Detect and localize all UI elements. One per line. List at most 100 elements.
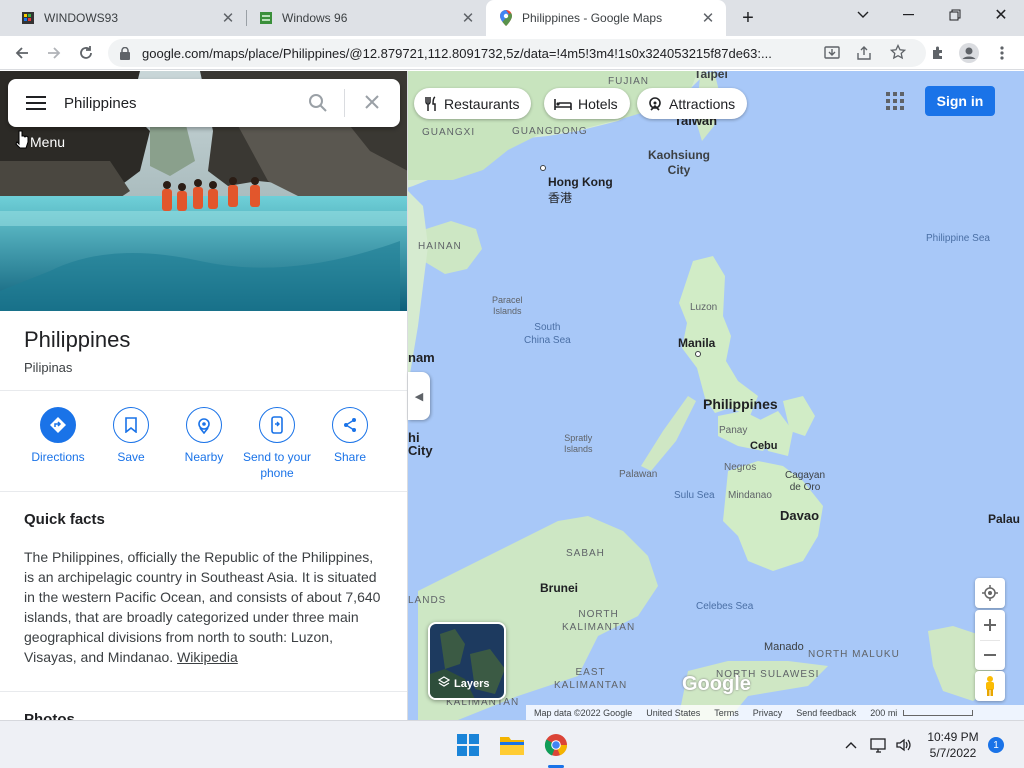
close-icon[interactable]: ✕: [456, 6, 480, 30]
attraction-icon: [647, 96, 663, 112]
volume-icon[interactable]: [890, 731, 918, 759]
map-label-nam: nam: [408, 350, 435, 365]
map-label-lands: LANDS: [408, 595, 447, 606]
extensions-icon[interactable]: [924, 39, 952, 67]
map-label-manila: Manila: [678, 336, 716, 350]
nearby-label: Nearby: [184, 450, 224, 464]
zoom-out-icon[interactable]: [984, 641, 996, 671]
show-hidden-icons-icon[interactable]: [837, 731, 865, 759]
clear-search-icon[interactable]: [364, 94, 380, 115]
tab-title: WINDOWS93: [44, 11, 119, 25]
wikipedia-link[interactable]: Wikipedia: [177, 649, 238, 665]
fork-knife-icon: [424, 95, 438, 112]
map-label-city: City: [408, 443, 433, 458]
share-page-icon[interactable]: [856, 45, 872, 66]
clock-date: 5/7/2022: [929, 746, 977, 760]
tab-strip: WINDOWS93 ✕ Windows 96 ✕ Philippines - G…: [0, 0, 1024, 36]
scale-bar: [903, 709, 974, 716]
nearby-icon: [186, 407, 222, 443]
layers-button[interactable]: Layers: [428, 622, 506, 700]
bookmark-icon: [113, 407, 149, 443]
tab-title: Windows 96: [282, 11, 348, 25]
bed-icon: [554, 97, 572, 111]
save-button[interactable]: Save: [91, 407, 171, 465]
forward-icon[interactable]: [40, 39, 68, 67]
new-tab-button[interactable]: +: [734, 4, 762, 32]
map-label-brunei: Brunei: [540, 581, 579, 595]
more-menu-icon[interactable]: [988, 39, 1016, 67]
collapse-panel-button[interactable]: ◀: [408, 372, 430, 420]
map-data-attribution: Map data ©2022 Google: [534, 707, 633, 718]
tab-search-icon[interactable]: [840, 0, 886, 30]
map-label-paracel: Paracel Islands: [492, 295, 523, 316]
notification-badge[interactable]: 1: [988, 737, 1004, 753]
restore-icon[interactable]: [932, 0, 978, 30]
restaurants-label: Restaurants: [444, 95, 520, 112]
map-footer: Map data ©2022 Google United States Term…: [526, 705, 1024, 720]
close-icon[interactable]: ✕: [696, 6, 720, 30]
privacy-link[interactable]: Privacy: [753, 708, 783, 718]
map-label-north-kalimantan: NORTH KALIMANTAN: [562, 609, 636, 633]
pegman-icon[interactable]: [975, 671, 1005, 701]
scale-label[interactable]: 200 mi: [870, 708, 897, 718]
share-icon: [332, 407, 368, 443]
restaurants-chip[interactable]: Restaurants: [414, 88, 532, 119]
system-clock[interactable]: 10:49 PM 5/7/2022: [922, 729, 984, 761]
map-label-spratly: Spratly Islands: [564, 433, 593, 454]
reload-icon[interactable]: [72, 39, 100, 67]
map-label-davao: Davao: [780, 508, 820, 523]
address-bar[interactable]: google.com/maps/place/Philippines/@12.87…: [108, 39, 926, 67]
chrome-icon[interactable]: [542, 731, 570, 759]
map-label-kaohsiung: Kaohsiung City: [648, 148, 710, 177]
map-label-luzon: Luzon: [690, 302, 718, 313]
map-label-palau: Palau: [988, 512, 1021, 526]
back-icon[interactable]: [8, 39, 36, 67]
divider: [0, 491, 407, 492]
region-link[interactable]: United States: [646, 708, 700, 718]
clock-time: 10:49 PM: [927, 730, 979, 744]
map-label-philippine-sea: Philippine Sea: [926, 233, 990, 244]
map-label-guangdong: GUANGDONG: [512, 126, 588, 137]
search-input[interactable]: [64, 94, 294, 112]
network-icon[interactable]: [865, 731, 893, 759]
photos-heading: Photos: [24, 711, 75, 720]
terms-link[interactable]: Terms: [714, 708, 739, 718]
close-window-icon[interactable]: ✕: [978, 0, 1024, 30]
map-label-guangxi: GUANGXI: [422, 127, 476, 138]
file-explorer-icon[interactable]: [498, 731, 526, 759]
manila-dot: [695, 351, 701, 357]
attractions-chip[interactable]: Attractions: [637, 88, 748, 119]
directions-icon: [40, 407, 76, 443]
map-label-celebes-sea: Celebes Sea: [696, 601, 754, 612]
url-text: google.com/maps/place/Philippines/@12.87…: [142, 45, 772, 61]
send-feedback-link[interactable]: Send feedback: [796, 708, 856, 718]
nearby-button[interactable]: Nearby: [164, 407, 244, 465]
menu-icon[interactable]: [8, 79, 64, 127]
bookmark-star-icon[interactable]: [889, 43, 907, 65]
install-icon[interactable]: [824, 45, 840, 66]
map-label-cebu: Cebu: [750, 440, 778, 452]
profile-icon[interactable]: [955, 39, 983, 67]
close-icon[interactable]: ✕: [216, 6, 240, 30]
map-canvas[interactable]: Taipei FUJIAN GUANGXI GUANGDONG Taiwan K…: [408, 71, 1024, 720]
tab-google-maps[interactable]: Philippines - Google Maps ✕: [486, 0, 726, 36]
hotels-chip[interactable]: Hotels: [544, 88, 630, 119]
search-icon[interactable]: [308, 93, 328, 118]
share-button[interactable]: Share: [310, 407, 390, 465]
google-apps-icon[interactable]: [886, 92, 904, 115]
minimize-icon[interactable]: [886, 0, 932, 30]
windows-start-icon[interactable]: [454, 731, 482, 759]
tab-windows96[interactable]: Windows 96 ✕: [238, 0, 486, 36]
save-label: Save: [117, 450, 145, 464]
menu-tooltip: Menu: [30, 134, 66, 150]
zoom-in-icon[interactable]: [984, 610, 996, 640]
tab-windows93[interactable]: WINDOWS93 ✕: [0, 0, 246, 36]
directions-button[interactable]: Directions: [18, 407, 98, 465]
divider: [0, 390, 407, 391]
place-side-panel: Menu Philippines Pilipinas Directions Sa…: [0, 71, 408, 720]
send-to-phone-button[interactable]: Send to your phone: [237, 407, 317, 481]
my-location-icon[interactable]: [975, 578, 1005, 608]
map-label-philippines: Philippines: [703, 396, 778, 412]
hong-kong-dot: [540, 165, 546, 171]
sign-in-button[interactable]: Sign in: [925, 86, 995, 116]
